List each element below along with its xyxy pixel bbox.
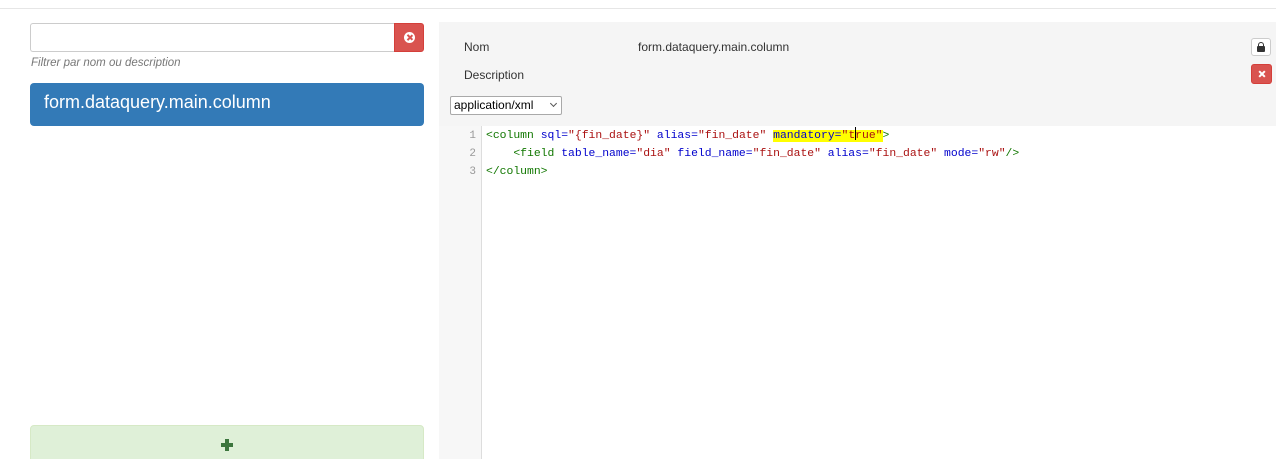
filter-group — [30, 23, 424, 52]
code-line-2: <field table_name="dia" field_name="fin_… — [513, 148, 1020, 160]
line-number: 1 — [469, 130, 476, 142]
search-highlight: mandatory="true" — [773, 127, 883, 142]
description-label: Description — [464, 68, 525, 82]
code-line-1: <column sql="{fin_date}" alias="fin_date… — [486, 127, 889, 145]
top-divider — [0, 8, 1276, 9]
mime-type-value: application/xml — [454, 98, 534, 112]
name-value: form.dataquery.main.column — [638, 40, 790, 54]
add-item-button[interactable] — [30, 425, 424, 459]
code-line-3: </column> — [486, 166, 548, 178]
line-number: 2 — [469, 148, 476, 160]
times-circle-icon — [403, 32, 415, 43]
line-number: 3 — [469, 166, 476, 178]
chevron-down-icon — [549, 99, 558, 108]
mime-type-select[interactable]: application/xml — [450, 96, 562, 115]
delete-button[interactable] — [1251, 64, 1272, 84]
clear-filter-button[interactable] — [394, 23, 424, 52]
filter-input[interactable] — [30, 23, 394, 52]
lock-button[interactable] — [1251, 38, 1271, 56]
line-gutter: 1 2 3 — [439, 126, 482, 459]
filter-help-text: Filtrer par nom ou description — [31, 57, 181, 69]
list-item-selected[interactable]: form.dataquery.main.column — [30, 83, 424, 126]
lock-icon-body — [1257, 46, 1265, 52]
code-editor[interactable]: 1 2 3 <column sql="{fin_date}" alias="fi… — [439, 126, 1276, 459]
list-item-label: form.dataquery.main.column — [44, 92, 271, 112]
name-label: Nom — [464, 40, 490, 54]
plus-icon — [221, 439, 233, 451]
